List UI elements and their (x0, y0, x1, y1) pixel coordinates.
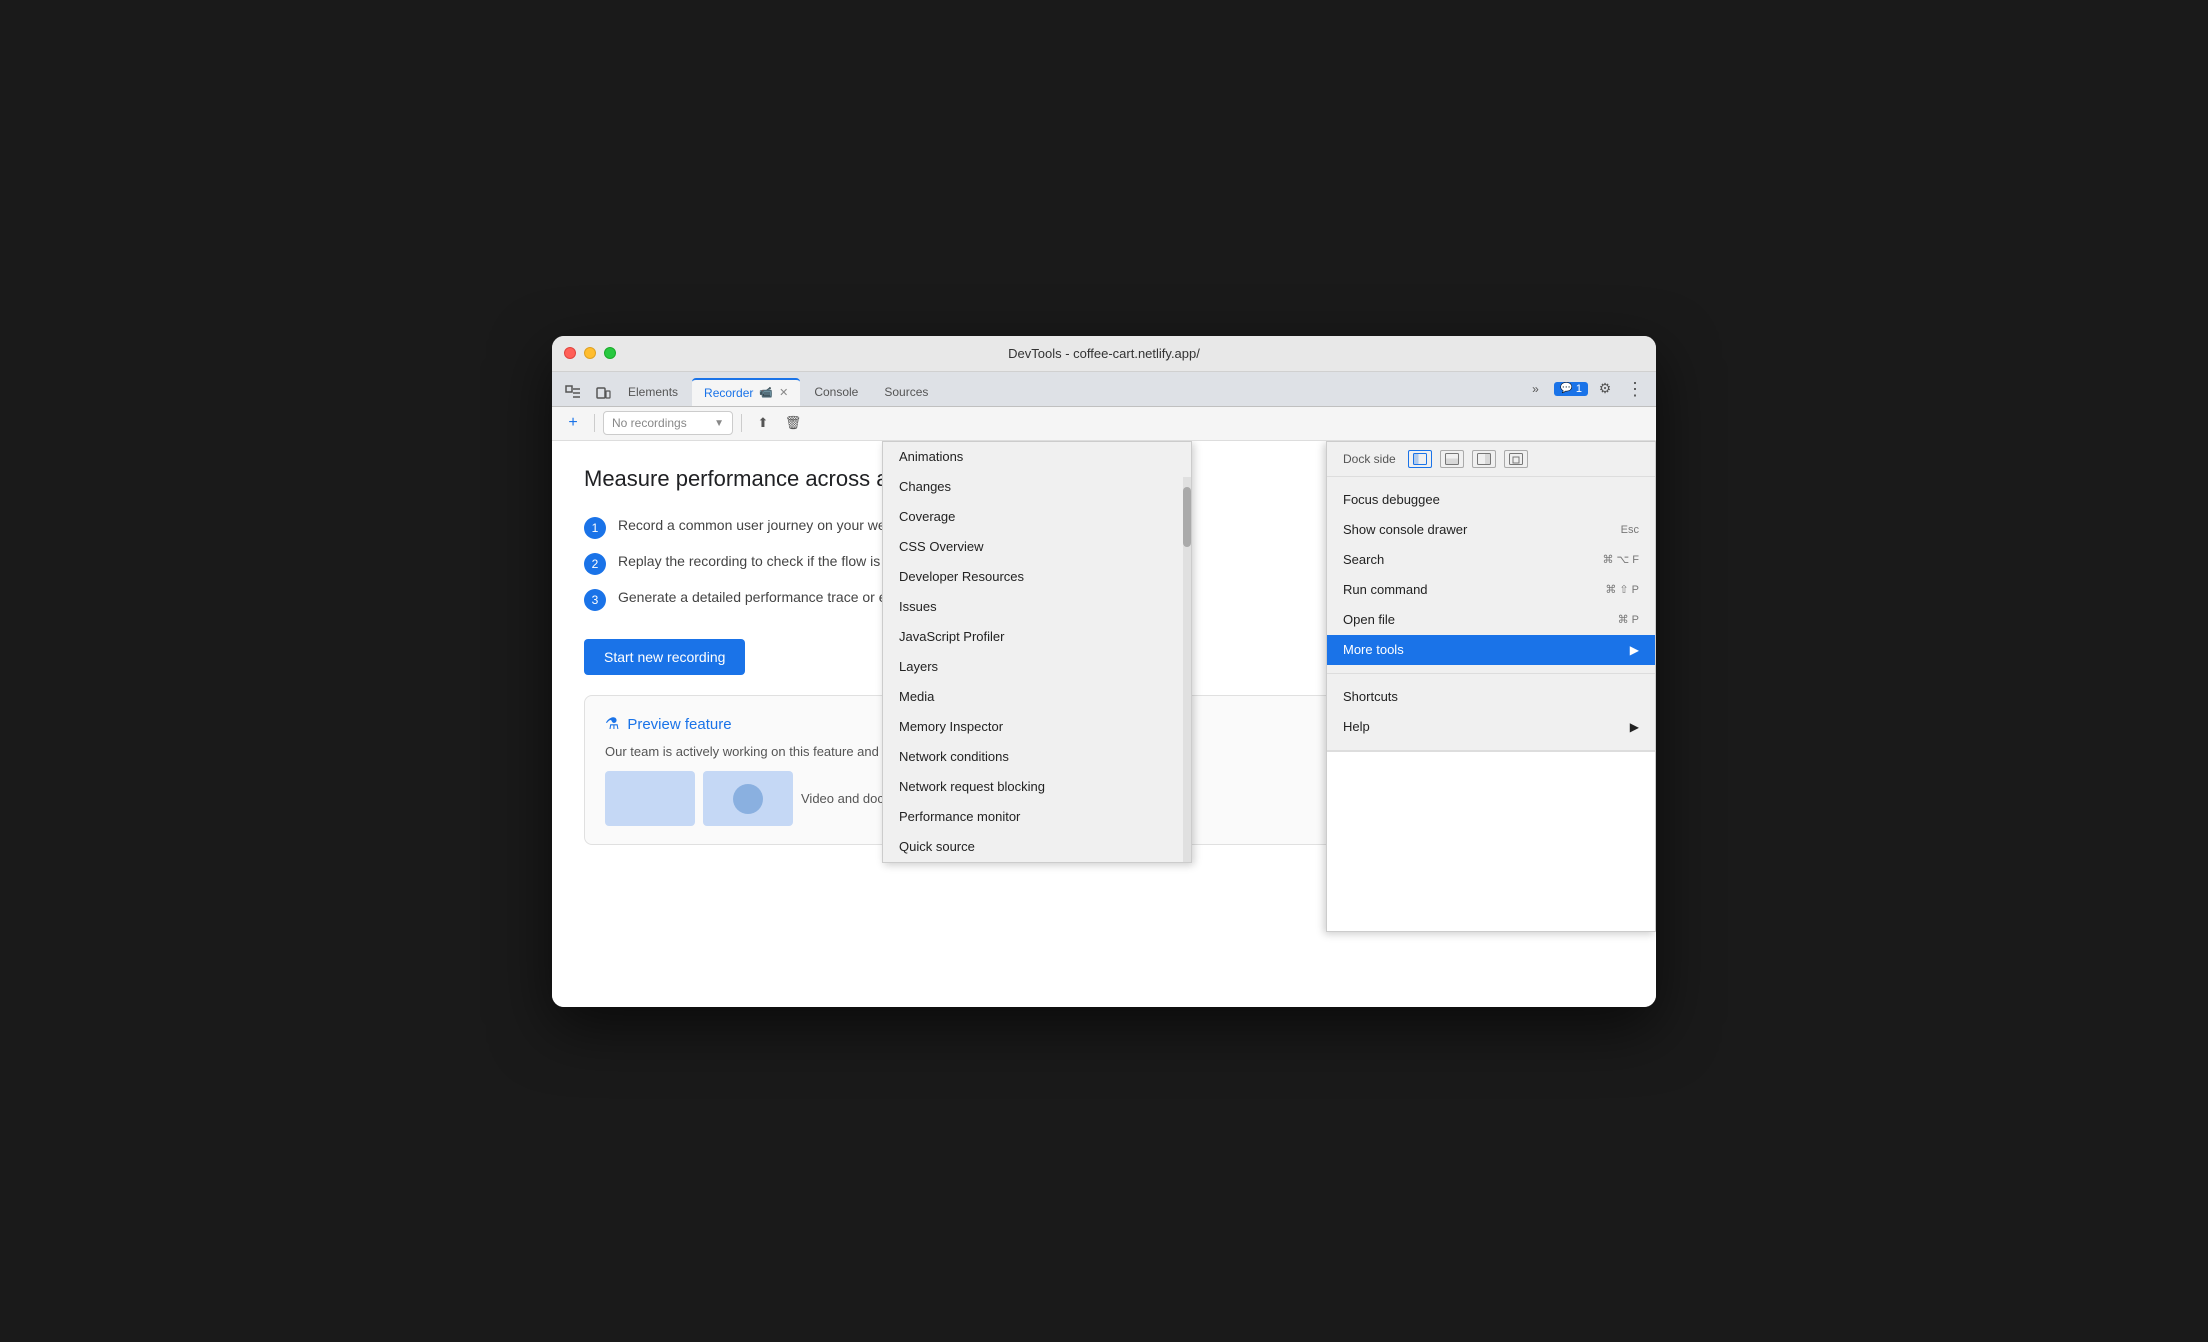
tab-bar: Elements Recorder 📹 ✕ Console Sources » … (552, 372, 1656, 407)
inspector-icon[interactable] (560, 380, 586, 406)
menu-item-css-overview[interactable]: CSS Overview (883, 532, 1191, 562)
recorder-camera-icon: 📹 (759, 386, 773, 399)
window-title: DevTools - coffee-cart.netlify.app/ (1008, 346, 1200, 361)
export-recording-button[interactable]: ⬆ (750, 410, 776, 436)
close-button[interactable] (564, 347, 576, 359)
recorder-close-icon[interactable]: ✕ (779, 386, 788, 399)
menu-item-performance-monitor[interactable]: Performance monitor (883, 802, 1191, 832)
main-area: Measure performance across an entire use… (552, 441, 1656, 1007)
right-menu-more-tools[interactable]: More tools ▶ (1327, 635, 1655, 665)
right-menu-section: Focus debuggee Show console drawer Esc S… (1327, 477, 1655, 674)
menu-item-network-request-blocking[interactable]: Network request blocking (883, 772, 1191, 802)
tab-elements[interactable]: Elements (616, 378, 690, 406)
menu-item-network-conditions[interactable]: Network conditions (883, 742, 1191, 772)
title-bar: DevTools - coffee-cart.netlify.app/ (552, 336, 1656, 372)
right-menu-run-command[interactable]: Run command ⌘ ⇧ P (1327, 575, 1655, 605)
right-menu-search[interactable]: Search ⌘ ⌥ F (1327, 545, 1655, 575)
right-menu-shortcuts[interactable]: Shortcuts (1327, 682, 1655, 712)
menu-item-coverage[interactable]: Coverage (883, 502, 1191, 532)
right-menu-focus-debuggee[interactable]: Focus debuggee (1327, 485, 1655, 515)
more-tabs-icon[interactable]: » (1522, 376, 1548, 402)
add-recording-button[interactable]: + (560, 410, 586, 436)
tab-bar-actions: » 💬 1 ⚙ ⋮ (1522, 376, 1648, 406)
toolbar-divider-2 (741, 414, 742, 432)
tab-sources[interactable]: Sources (872, 378, 940, 406)
menu-item-animations[interactable]: Animations (883, 442, 1191, 472)
preview-thumbnail-1 (605, 771, 695, 826)
menu-item-developer-resources[interactable]: Developer Resources (883, 562, 1191, 592)
delete-recording-button[interactable]: 🗑 (780, 410, 806, 436)
preview-avatar (733, 784, 763, 814)
right-menu-show-console-drawer[interactable]: Show console drawer Esc (1327, 515, 1655, 545)
start-recording-button[interactable]: Start new recording (584, 639, 745, 675)
issues-badge[interactable]: 💬 1 (1554, 382, 1588, 396)
dropdown-scrollbar (1183, 477, 1191, 862)
panel-controls: 💬 1 ⚙ ⋮ (1554, 376, 1648, 402)
dock-left-button[interactable] (1408, 450, 1432, 468)
settings-icon[interactable]: ⚙ (1592, 376, 1618, 402)
menu-item-javascript-profiler[interactable]: JavaScript Profiler (883, 622, 1191, 652)
menu-item-changes[interactable]: Changes (883, 472, 1191, 502)
toolbar-divider-1 (594, 414, 595, 432)
traffic-lights (564, 347, 616, 359)
device-toggle-icon[interactable] (590, 380, 616, 406)
more-tools-arrow-icon: ▶ (1630, 643, 1639, 657)
right-menu-bottom-section: Shortcuts Help ▶ (1327, 674, 1655, 751)
step-number-2: 2 (584, 553, 606, 575)
step-number-1: 1 (584, 517, 606, 539)
tab-console[interactable]: Console (802, 378, 870, 406)
right-menu-help[interactable]: Help ▶ (1327, 712, 1655, 742)
menu-item-media[interactable]: Media (883, 682, 1191, 712)
dock-side-section: Dock side (1327, 442, 1655, 477)
maximize-button[interactable] (604, 347, 616, 359)
dock-label: Dock side (1343, 452, 1396, 466)
recorder-toolbar: + No recordings ▼ ⬆ 🗑 (552, 407, 1656, 441)
step-number-3: 3 (584, 589, 606, 611)
dropdown-chevron-icon: ▼ (714, 418, 724, 429)
right-menu-open-file[interactable]: Open file ⌘ P (1327, 605, 1655, 635)
right-panel-content (1327, 751, 1655, 931)
more-tools-list: Animations Changes Coverage CSS Overview… (883, 442, 1191, 862)
right-panel-dropdown: Dock side (1326, 441, 1656, 932)
more-tools-dropdown: Animations Changes Coverage CSS Overview… (882, 441, 1192, 863)
more-options-icon[interactable]: ⋮ (1622, 376, 1648, 402)
menu-item-layers[interactable]: Layers (883, 652, 1191, 682)
dropdown-scrollbar-thumb (1183, 487, 1191, 547)
menu-item-issues[interactable]: Issues (883, 592, 1191, 622)
menu-item-memory-inspector[interactable]: Memory Inspector (883, 712, 1191, 742)
help-arrow-icon: ▶ (1630, 720, 1639, 734)
recordings-dropdown[interactable]: No recordings ▼ (603, 411, 733, 435)
dock-right-button[interactable] (1472, 450, 1496, 468)
preview-thumbnail-2 (703, 771, 793, 826)
minimize-button[interactable] (584, 347, 596, 359)
menu-item-quick-source[interactable]: Quick source (883, 832, 1191, 862)
devtools-window: DevTools - coffee-cart.netlify.app/ (552, 336, 1656, 1007)
flask-icon: ⚗ (605, 714, 619, 734)
undock-button[interactable] (1504, 450, 1528, 468)
dock-bottom-button[interactable] (1440, 450, 1464, 468)
devtools-content: Elements Recorder 📹 ✕ Console Sources » … (552, 372, 1656, 1007)
tab-recorder[interactable]: Recorder 📹 ✕ (692, 378, 800, 406)
